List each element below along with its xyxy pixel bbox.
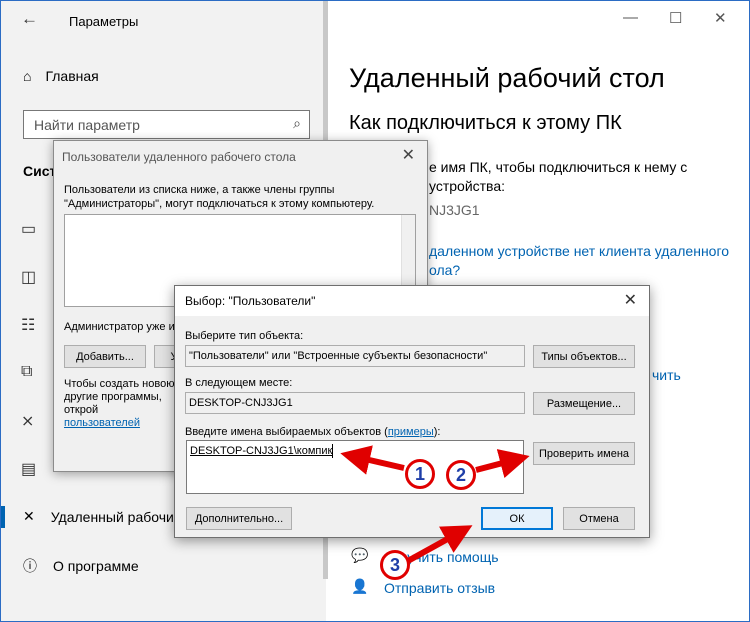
select-users-dialog: Выбор: "Пользователи" ✕ Выберите тип объ… <box>174 285 650 538</box>
location-field: DESKTOP-CNJ3JG1 <box>185 392 525 414</box>
object-types-button[interactable]: Типы объектов... <box>533 345 635 368</box>
ok-button[interactable]: ОК <box>481 507 553 530</box>
dialog-title: Выбор: "Пользователи" <box>185 294 316 308</box>
dialog-titlebar: Выбор: "Пользователи" ✕ <box>175 286 649 316</box>
description-line-1: Пользователи из списка ниже, а также чле… <box>64 184 335 196</box>
clipboard-icon[interactable]: ▤ <box>21 459 36 479</box>
names-label: Введите имена выбираемых объектов (приме… <box>185 426 440 438</box>
close-icon[interactable]: ✕ <box>714 9 727 27</box>
sidebar-item-about[interactable]: ⓘ О программе <box>23 556 139 576</box>
instruction-text: е имя ПК, чтобы подключиться к нему с <box>429 159 688 175</box>
advanced-button[interactable]: Дополнительно... <box>186 507 292 530</box>
window-title: Параметры <box>69 14 139 29</box>
info-line-1: Чтобы создать новою <box>64 378 175 390</box>
projection-icon[interactable]: ⨯ <box>21 411 34 431</box>
back-arrow-icon[interactable]: ← <box>21 9 38 29</box>
info-line-2: другие программы, открой <box>64 391 162 416</box>
sidebar-item-remote-desktop[interactable]: ✕ Удаленный рабочи <box>23 508 174 525</box>
info-icon: ⓘ <box>23 558 37 574</box>
description-line-2: "Администраторы", могут подключаться к э… <box>64 198 375 210</box>
object-names-value: DESKTOP-CNJ3JG1\компик <box>190 445 333 457</box>
sidebar-item-home[interactable]: ⌂ Главная <box>23 68 99 84</box>
feedback-icon: 👤 <box>351 578 369 594</box>
annotation-badge-2: 2 <box>446 460 476 490</box>
search-icon: ⌕ <box>293 115 301 131</box>
page-title: Удаленный рабочий стол <box>349 63 665 93</box>
no-client-link-2[interactable]: ола? <box>429 262 460 278</box>
home-label: Главная <box>45 68 99 84</box>
section-title: Как подключиться к этому ПК <box>349 112 622 134</box>
no-client-link[interactable]: даленном устройстве нет клиента удаленно… <box>429 243 729 259</box>
dialog-title: Пользователи удаленного рабочего стола <box>62 150 296 164</box>
names-label-end: ): <box>433 426 441 438</box>
examples-link[interactable]: примеры <box>388 426 434 438</box>
help-icon: 💬 <box>351 547 369 563</box>
select-users-link[interactable]: чить <box>652 367 681 383</box>
user-accounts-link[interactable]: пользователей <box>64 417 179 430</box>
sound-icon[interactable]: ◫ <box>21 267 36 287</box>
location-label: В следующем месте: <box>185 377 293 389</box>
admin-text: Администратор уже и <box>64 321 175 333</box>
names-label-text: Введите имена выбираемых объектов ( <box>185 426 388 438</box>
info-text: Чтобы создать новою другие программы, от… <box>64 378 179 430</box>
close-icon[interactable]: ✕ <box>624 290 637 310</box>
multitasking-icon[interactable]: ⧉ <box>21 363 32 381</box>
pc-name: NJ3JG1 <box>429 202 480 218</box>
about-label: О программе <box>53 558 139 574</box>
close-icon[interactable]: ✕ <box>402 145 415 165</box>
cancel-button[interactable]: Отмена <box>563 507 635 530</box>
remote-desktop-label: Удаленный рабочи <box>50 508 174 525</box>
locations-button[interactable]: Размещение... <box>533 392 635 415</box>
maximize-icon[interactable]: ☐ <box>669 9 682 27</box>
active-indicator <box>1 506 5 528</box>
display-icon[interactable]: ▭ <box>21 219 36 239</box>
object-type-field: "Пользователи" или "Встроенные субъекты … <box>185 345 525 367</box>
notifications-icon[interactable]: ☷ <box>21 315 35 335</box>
instruction-text-2: устройства: <box>429 178 506 194</box>
check-names-button[interactable]: Проверить имена <box>533 442 635 465</box>
minimize-icon[interactable]: — <box>623 9 638 26</box>
home-icon: ⌂ <box>23 68 32 84</box>
annotation-badge-3: 3 <box>380 550 410 580</box>
search-input[interactable]: Найти параметр ⌕ <box>23 110 310 139</box>
add-user-button[interactable]: Добавить... <box>64 345 146 368</box>
search-placeholder: Найти параметр <box>34 117 140 133</box>
dialog-description: Пользователи из списка ниже, а также чле… <box>64 183 389 211</box>
text-caret <box>332 444 333 458</box>
remote-desktop-icon: ✕ <box>23 508 35 524</box>
object-type-label: Выберите тип объекта: <box>185 330 304 342</box>
annotation-badge-1: 1 <box>405 459 435 489</box>
send-feedback-link[interactable]: Отправить отзыв <box>384 580 495 596</box>
